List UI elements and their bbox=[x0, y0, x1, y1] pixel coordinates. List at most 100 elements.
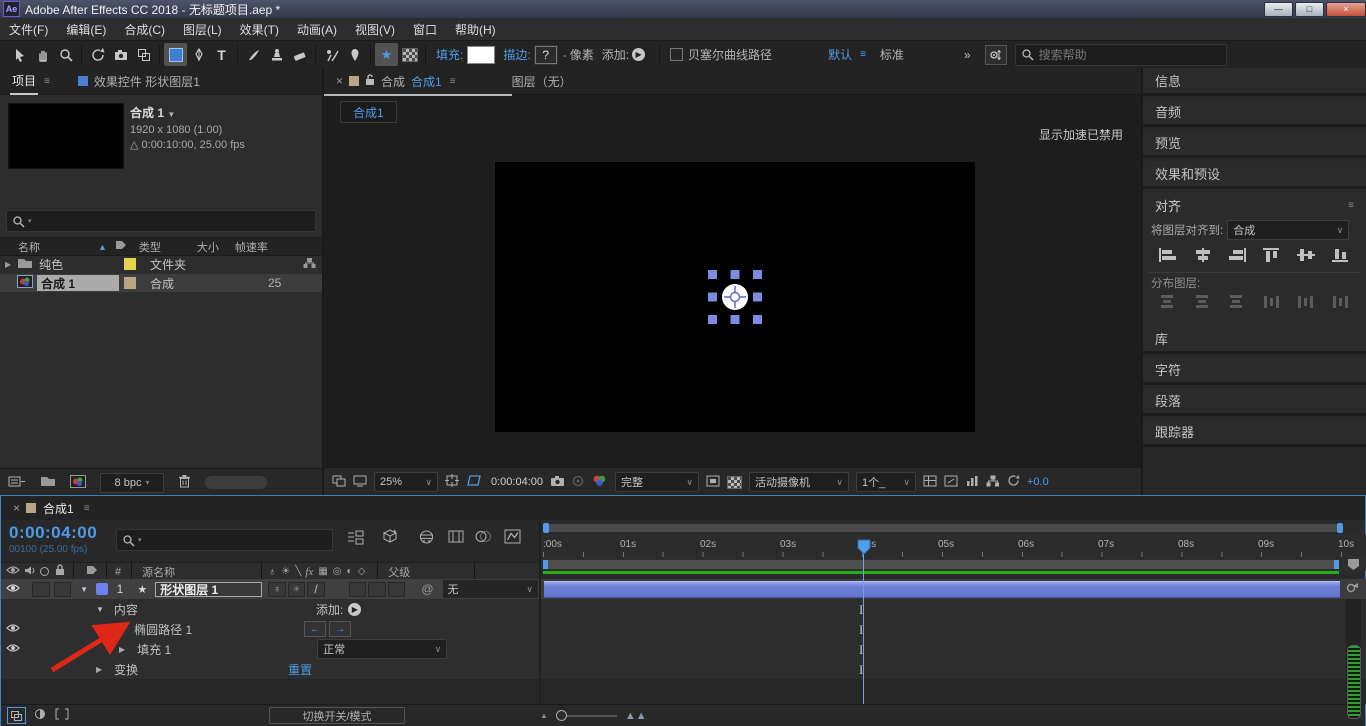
layer-row-shape-layer-1[interactable]: ▼ 1 ★ 形状图层 1 ♁ ☀ / @ 无∨ bbox=[1, 579, 539, 600]
region-of-interest-icon[interactable] bbox=[466, 474, 482, 490]
solo-cell[interactable] bbox=[32, 582, 50, 597]
menu-layer[interactable]: 图层(L) bbox=[174, 21, 231, 38]
hand-tool[interactable] bbox=[31, 43, 54, 66]
new-folder-button[interactable] bbox=[40, 475, 56, 490]
exposure-reset-icon[interactable] bbox=[1007, 474, 1020, 490]
fill-label[interactable]: 填充 1 bbox=[137, 641, 171, 658]
work-area-bar[interactable] bbox=[543, 560, 1339, 569]
menu-window[interactable]: 窗口 bbox=[404, 21, 446, 38]
align-top-button[interactable] bbox=[1262, 247, 1282, 266]
align-to-dropdown[interactable]: 合成∨ bbox=[1227, 220, 1349, 240]
time-ruler[interactable]: :00s 01s 02s 03s 04s 05s 06s 07s 08s 09s… bbox=[541, 534, 1366, 559]
current-timecode[interactable]: 0:00:04:00 bbox=[9, 523, 97, 543]
viewer-panel-menu-icon[interactable]: ≡ bbox=[450, 76, 456, 87]
maximize-button[interactable]: □ bbox=[1295, 2, 1324, 17]
lock-open-icon[interactable] bbox=[365, 74, 375, 89]
pan-bar-left-handle[interactable] bbox=[543, 523, 549, 533]
fill-swatch[interactable] bbox=[467, 46, 495, 64]
panel-tab-library[interactable]: 库 bbox=[1143, 326, 1366, 354]
tab-project[interactable]: 项目 bbox=[10, 68, 38, 95]
menu-edit[interactable]: 编辑(E) bbox=[57, 21, 115, 38]
workspace-standard-tab[interactable]: 标准 bbox=[880, 46, 904, 63]
tool-creates-mask-button[interactable] bbox=[398, 43, 421, 66]
align-v-center-button[interactable] bbox=[1296, 247, 1316, 266]
channels-icon[interactable] bbox=[592, 474, 608, 490]
always-preview-icon[interactable] bbox=[332, 475, 346, 490]
label-column-icon[interactable] bbox=[115, 240, 127, 253]
align-right-button[interactable] bbox=[1227, 247, 1247, 266]
flowchart-icon[interactable] bbox=[986, 475, 1000, 490]
panel-tab-effects-presets[interactable]: 效果和预设 bbox=[1143, 161, 1366, 189]
parent-dropdown[interactable]: 无∨ bbox=[442, 579, 539, 599]
ellipse-expander-icon[interactable]: ▶ bbox=[116, 625, 122, 634]
distribute-v-center-button[interactable] bbox=[1194, 294, 1212, 313]
blend-mode-dropdown[interactable]: 正常∨ bbox=[317, 639, 447, 659]
timeline-pan-bar[interactable] bbox=[543, 524, 1343, 532]
exposure-value[interactable]: +0.0 bbox=[1027, 476, 1049, 488]
shy-layers-icon[interactable] bbox=[419, 530, 434, 547]
help-search-box[interactable] bbox=[1015, 44, 1227, 66]
resolution-dropdown[interactable]: 完整∨ bbox=[615, 472, 699, 492]
column-type[interactable]: 类型 bbox=[139, 239, 161, 255]
menu-file[interactable]: 文件(F) bbox=[0, 21, 57, 38]
project-panel-menu-icon[interactable]: ≡ bbox=[44, 76, 50, 87]
zoom-out-mountain-icon[interactable]: ▲ bbox=[540, 711, 548, 720]
row-name[interactable]: 纯色 bbox=[39, 256, 63, 273]
contents-group-row[interactable]: ▼ 内容 添加: ▶ bbox=[1, 599, 539, 620]
zoom-in-mountain-icon[interactable]: ▲▲ bbox=[625, 710, 647, 722]
timeline-search-box[interactable]: ▾ bbox=[116, 529, 333, 551]
layer-motion-blur-cell[interactable] bbox=[388, 582, 406, 597]
transform-reset-button[interactable]: 重置 bbox=[288, 661, 312, 678]
ellipse-path-label[interactable]: 椭圆路径 1 bbox=[134, 621, 192, 638]
menu-composition[interactable]: 合成(C) bbox=[115, 21, 174, 38]
video-column-icon[interactable] bbox=[6, 565, 20, 578]
transform-label[interactable]: 变换 bbox=[114, 661, 138, 678]
panel-tab-audio[interactable]: 音频 bbox=[1143, 99, 1366, 127]
label-column-icon[interactable] bbox=[86, 565, 98, 578]
stroke-swatch[interactable]: ? bbox=[535, 46, 557, 64]
layer-number-column[interactable]: # bbox=[115, 566, 121, 578]
motion-blur-icon[interactable] bbox=[475, 530, 492, 546]
panel-tab-preview[interactable]: 预览 bbox=[1143, 130, 1366, 158]
type-tool[interactable]: T bbox=[210, 43, 233, 66]
layer-expander-icon[interactable]: ▼ bbox=[80, 585, 88, 594]
transform-row[interactable]: ▶ 变换 重置 bbox=[1, 659, 539, 680]
center-view-icon[interactable] bbox=[445, 474, 459, 490]
tab-layer[interactable]: 图层（无） bbox=[512, 73, 572, 90]
new-composition-button[interactable] bbox=[70, 475, 86, 491]
lock-cell[interactable] bbox=[54, 582, 72, 597]
minimize-button[interactable]: — bbox=[1264, 2, 1293, 17]
layer-duration-bar[interactable] bbox=[544, 581, 1340, 598]
label-color-swatch[interactable] bbox=[124, 258, 136, 270]
distribute-top-button[interactable] bbox=[1159, 294, 1177, 313]
expand-inout-panes-button[interactable] bbox=[55, 708, 69, 723]
timeline-panel-menu-icon[interactable]: ≡ bbox=[84, 503, 90, 514]
timeline-graph-icon[interactable] bbox=[965, 475, 979, 490]
contents-label[interactable]: 内容 bbox=[114, 601, 138, 618]
add-shape-button[interactable]: ▶ bbox=[632, 48, 645, 61]
layer-quality-switch[interactable]: / bbox=[307, 582, 325, 597]
timeline-search-input[interactable] bbox=[145, 532, 299, 549]
pan-behind-tool[interactable] bbox=[132, 43, 155, 66]
rotate-tool[interactable] bbox=[86, 43, 109, 66]
sort-ascending-icon[interactable]: ▲ bbox=[98, 242, 107, 252]
layer-marker-icon[interactable] bbox=[1346, 581, 1360, 597]
toggle-switches-modes-button[interactable]: 切换开关/模式 bbox=[269, 707, 405, 724]
table-row-comp1[interactable]: 合成 1 合成 25 bbox=[0, 274, 322, 292]
pan-bar-right-handle[interactable] bbox=[1337, 523, 1343, 533]
draft-3d-icon[interactable] bbox=[381, 528, 399, 548]
expand-transfer-controls-button[interactable] bbox=[34, 708, 47, 723]
expander-icon[interactable]: ▶ bbox=[5, 260, 11, 269]
tab-composition-name[interactable]: 合成1 bbox=[411, 73, 442, 90]
menu-animation[interactable]: 动画(A) bbox=[288, 21, 346, 38]
align-panel-menu-icon[interactable]: ≡ bbox=[1348, 200, 1354, 211]
audio-column-icon[interactable] bbox=[24, 565, 35, 579]
target-region-icon[interactable] bbox=[706, 475, 720, 490]
timeline-vertical-scrollbar[interactable] bbox=[1346, 599, 1361, 704]
add-property-button[interactable]: ▶ bbox=[348, 603, 361, 616]
close-tab-icon[interactable]: × bbox=[13, 501, 20, 515]
timeline-tab-name[interactable]: 合成1 bbox=[43, 500, 74, 517]
expand-layer-switches-button[interactable] bbox=[7, 707, 26, 724]
zoom-tool[interactable] bbox=[54, 43, 77, 66]
stamp-tool[interactable] bbox=[265, 43, 288, 66]
